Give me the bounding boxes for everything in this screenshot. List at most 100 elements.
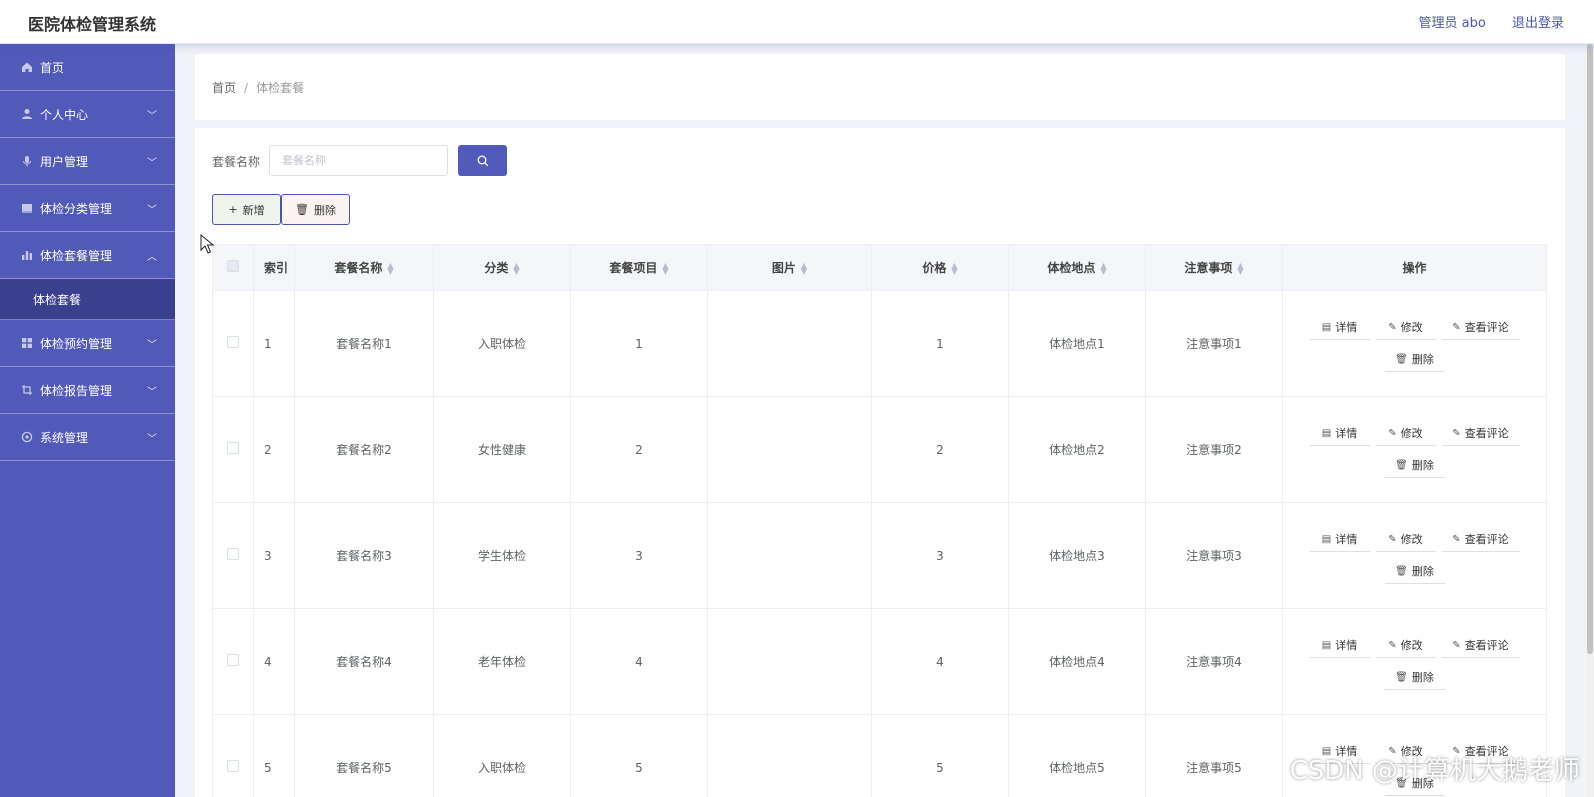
comments-label: 查看评论: [1464, 533, 1509, 546]
cell-name: 套餐名称5: [294, 714, 434, 797]
delete-button-label: 删除: [313, 203, 336, 217]
cell-items: 3: [570, 502, 708, 609]
sort-icon[interactable]: ▲ ▼: [662, 261, 668, 275]
row-delete-button[interactable]: 🗑 删除: [1384, 560, 1445, 584]
row-checkbox[interactable]: [227, 654, 239, 666]
sidebar-item-category-management[interactable]: 体检分类管理 ﹀: [0, 185, 175, 232]
cell-location: 体检地点5: [1008, 714, 1146, 797]
column-header-notes[interactable]: 注意事项 ▲ ▼: [1145, 244, 1283, 291]
pencil-icon: ✎: [1452, 639, 1461, 651]
view-comments-button[interactable]: ✎ 查看评论: [1441, 634, 1520, 658]
top-bar: 医院体检管理系统 管理员 abo 退出登录: [0, 0, 1594, 44]
row-checkbox[interactable]: [227, 336, 239, 348]
breadcrumb-home[interactable]: 首页: [212, 81, 236, 95]
sort-icon[interactable]: ▲ ▼: [387, 261, 393, 275]
cell-actions: ▤ 详情 ✎ 修改 ✎ 查看评论 🗑 删除: [1282, 502, 1547, 609]
cell-location: 体检地点2: [1008, 396, 1146, 503]
row-delete-button[interactable]: 🗑 删除: [1384, 666, 1445, 690]
view-comments-button[interactable]: ✎ 查看评论: [1441, 316, 1520, 340]
cell-price: 4: [871, 608, 1009, 715]
cell-name: 套餐名称4: [294, 608, 434, 715]
pencil-icon: ✎: [1388, 427, 1397, 439]
row-delete-button[interactable]: 🗑 删除: [1384, 454, 1445, 478]
sidebar-item-system-management[interactable]: 系统管理 ﹀: [0, 414, 175, 461]
document-icon: ▤: [1321, 321, 1332, 333]
sort-icon[interactable]: ▲ ▼: [1100, 261, 1106, 275]
column-header-image[interactable]: 图片 ▲ ▼: [707, 244, 872, 291]
sidebar-item-home[interactable]: 首页: [0, 44, 175, 91]
add-button[interactable]: + 新增: [212, 194, 281, 225]
edit-button[interactable]: ✎ 修改: [1375, 528, 1436, 552]
row-delete-button[interactable]: 🗑 删除: [1384, 348, 1445, 372]
cell-category: 老年体检: [433, 608, 571, 715]
document-icon: ▤: [1321, 533, 1332, 545]
pencil-icon: ✎: [1452, 321, 1461, 333]
chevron-down-icon: ﹀: [147, 158, 157, 169]
sort-icon[interactable]: ▲ ▼: [1237, 261, 1243, 275]
cell-notes: 注意事项3: [1145, 502, 1283, 609]
sidebar-item-personal-center[interactable]: 个人中心 ﹀: [0, 91, 175, 138]
row-checkbox[interactable]: [227, 442, 239, 454]
user-icon: [20, 108, 33, 121]
view-comments-button[interactable]: ✎ 查看评论: [1441, 422, 1520, 446]
search-button[interactable]: [458, 145, 507, 176]
column-header-price[interactable]: 价格 ▲ ▼: [871, 244, 1009, 291]
select-all-checkbox[interactable]: [227, 260, 239, 272]
edit-button[interactable]: ✎ 修改: [1375, 316, 1436, 340]
column-header-category[interactable]: 分类 ▲ ▼: [433, 244, 571, 291]
sidebar-item-user-management[interactable]: 用户管理 ﹀: [0, 138, 175, 185]
chevron-down-icon: ﹀: [147, 387, 157, 398]
sidebar-item-appointment-management[interactable]: 体检预约管理 ﹀: [0, 320, 175, 367]
comments-label: 查看评论: [1464, 427, 1509, 440]
edit-button[interactable]: ✎ 修改: [1375, 634, 1436, 658]
detail-button[interactable]: ▤ 详情: [1309, 316, 1370, 340]
row-checkbox[interactable]: [227, 760, 239, 772]
edit-button[interactable]: ✎ 修改: [1375, 422, 1436, 446]
cell-image: [707, 714, 872, 797]
main-card: 套餐名称 + 新增 🗑 删除 索引 套餐名称 ▲▼ 分类 ▲▼ 套餐项目 ▲▼ 图片 ▲…: [195, 128, 1565, 797]
detail-button[interactable]: ▤ 详情: [1309, 422, 1370, 446]
folder-icon: [20, 202, 33, 215]
row-checkbox[interactable]: [227, 548, 239, 560]
sidebar: 首页 个人中心 ﹀ 用户管理 ﹀ 体检分类管理 ﹀ 体检套餐管理 ︿ 体检套餐 …: [0, 44, 175, 797]
cell-items: 2: [570, 396, 708, 503]
search-input[interactable]: [269, 145, 448, 176]
column-header-name[interactable]: 套餐名称 ▲ ▼: [294, 244, 434, 291]
row-select-cell: [212, 396, 254, 503]
cell-category: 入职体检: [433, 290, 571, 397]
sort-icon[interactable]: ▲ ▼: [801, 261, 807, 275]
current-user-label[interactable]: 管理员 abo: [1419, 16, 1486, 31]
home-icon: [20, 61, 33, 74]
sort-icon[interactable]: ▲ ▼: [951, 261, 957, 275]
column-header-location[interactable]: 体检地点 ▲ ▼: [1008, 244, 1146, 291]
cell-location: 体检地点3: [1008, 502, 1146, 609]
cell-notes: 注意事项1: [1145, 290, 1283, 397]
column-header-label: 套餐项目: [609, 261, 658, 275]
cell-category: 入职体检: [433, 714, 571, 797]
logout-link[interactable]: 退出登录: [1512, 16, 1564, 31]
column-header-items[interactable]: 套餐项目 ▲ ▼: [570, 244, 708, 291]
submenu-item-package[interactable]: 体检套餐: [0, 279, 175, 320]
delete-button[interactable]: 🗑 删除: [281, 194, 350, 225]
sidebar-item-report-management[interactable]: 体检报告管理 ﹀: [0, 367, 175, 414]
detail-button[interactable]: ▤ 详情: [1309, 634, 1370, 658]
sidebar-item-package-management[interactable]: 体检套餐管理 ︿: [0, 232, 175, 279]
column-header-label: 分类: [484, 261, 509, 275]
sort-icon[interactable]: ▲ ▼: [513, 261, 519, 275]
row-delete-label: 删除: [1411, 459, 1434, 472]
pencil-icon: ✎: [1388, 321, 1397, 333]
detail-button[interactable]: ▤ 详情: [1309, 528, 1370, 552]
scrollbar-thumb[interactable]: [1587, 44, 1593, 654]
cell-actions: ▤ 详情 ✎ 修改 ✎ 查看评论 🗑 删除: [1282, 396, 1547, 503]
watermark: CSDN @计算机大鹅老师: [1289, 756, 1580, 786]
crop-icon: [20, 384, 33, 397]
pencil-icon: ✎: [1388, 639, 1397, 651]
top-right-actions: 管理员 abo 退出登录: [1397, 12, 1564, 31]
cell-index: 3: [253, 502, 295, 609]
view-comments-button[interactable]: ✎ 查看评论: [1441, 528, 1520, 552]
vertical-scrollbar[interactable]: [1586, 44, 1594, 797]
chevron-down-icon: ﹀: [147, 340, 157, 351]
column-header-label: 注意事项: [1184, 261, 1233, 275]
select-all-cell: [212, 244, 254, 291]
trash-icon: 🗑: [1395, 565, 1408, 577]
